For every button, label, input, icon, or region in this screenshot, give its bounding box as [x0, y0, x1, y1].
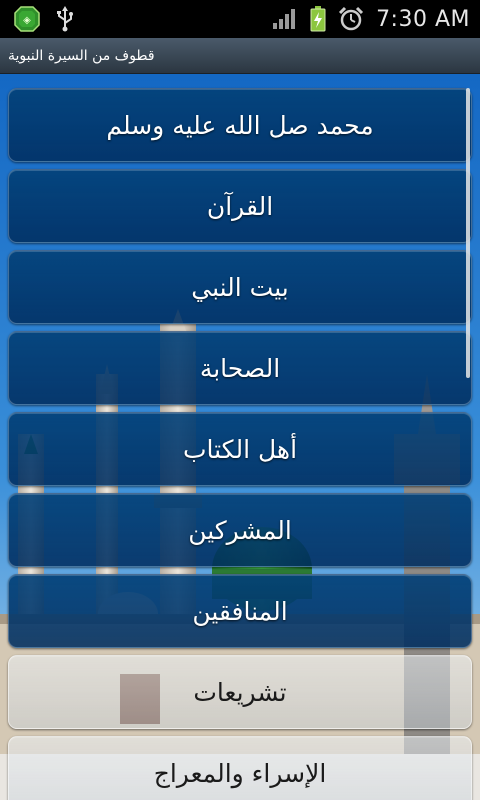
app-screen: ◈ 7:30 AM قطوف من السيرة النبوية محمد صل…	[0, 0, 480, 800]
menu-item-prophet-house[interactable]: بيت النبي	[8, 250, 472, 324]
status-bar-notifications: ◈	[0, 6, 74, 32]
battery-charging-icon	[310, 6, 326, 32]
menu-item-label: أهل الكتاب	[182, 434, 298, 464]
app-title: قطوف من السيرة النبوية	[8, 47, 155, 64]
menu-item-label: تشريعات	[193, 677, 287, 707]
menu-item-quran[interactable]: القرآن	[8, 169, 472, 243]
scrollbar[interactable]	[466, 88, 470, 378]
svg-text:◈: ◈	[23, 15, 31, 26]
menu-item-label: المشركين	[188, 515, 292, 545]
app-notification-icon: ◈	[14, 6, 40, 32]
menu-item-muhammad[interactable]: محمد صل الله عليه وسلم	[8, 88, 472, 162]
menu-item-isra-miraj[interactable]: الإسراء والمعراج	[8, 736, 472, 800]
usb-icon	[56, 6, 74, 32]
menu-item-legislation[interactable]: تشريعات	[8, 655, 472, 729]
status-bar: ◈ 7:30 AM	[0, 0, 480, 38]
status-bar-system: 7:30 AM	[272, 6, 480, 32]
menu-item-label: المنافقين	[192, 596, 288, 626]
menu-item-companions[interactable]: الصحابة	[8, 331, 472, 405]
menu-item-label: محمد صل الله عليه وسلم	[106, 110, 374, 140]
menu-item-label: القرآن	[206, 191, 274, 221]
menu-item-label: الصحابة	[199, 353, 281, 383]
alarm-icon	[338, 6, 364, 32]
content-area: محمد صل الله عليه وسلم القرآن بيت النبي …	[0, 74, 480, 800]
app-title-bar: قطوف من السيرة النبوية	[0, 38, 480, 74]
menu-item-hypocrites[interactable]: المنافقين	[8, 574, 472, 648]
menu-item-label: بيت النبي	[191, 272, 289, 302]
menu-item-label: الإسراء والمعراج	[153, 758, 327, 788]
menu-item-people-of-book[interactable]: أهل الكتاب	[8, 412, 472, 486]
menu-list[interactable]: محمد صل الله عليه وسلم القرآن بيت النبي …	[0, 74, 480, 800]
signal-icon	[272, 8, 298, 30]
menu-item-polytheists[interactable]: المشركين	[8, 493, 472, 567]
status-bar-clock: 7:30 AM	[376, 6, 470, 32]
